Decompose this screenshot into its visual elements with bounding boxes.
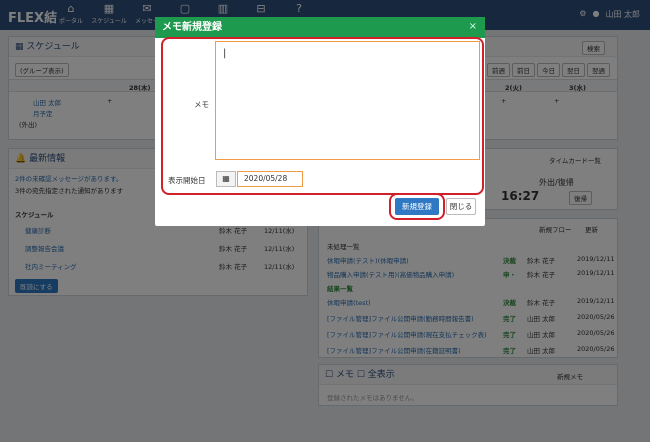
save-button[interactable]: 新規登録 [395,198,439,215]
modal-title: メモ新規登録 [155,17,485,38]
memo-label: メモ [194,100,209,109]
calendar-icon[interactable]: ▦ [216,171,236,187]
start-date-label: 表示開始日 [168,176,206,185]
close-icon[interactable]: × [469,21,477,32]
memo-textarea[interactable]: | [215,41,480,160]
close-button[interactable]: 閉じる [446,198,476,215]
text-cursor: | [223,48,227,59]
start-date-input[interactable]: 2020/05/28 [237,171,303,187]
